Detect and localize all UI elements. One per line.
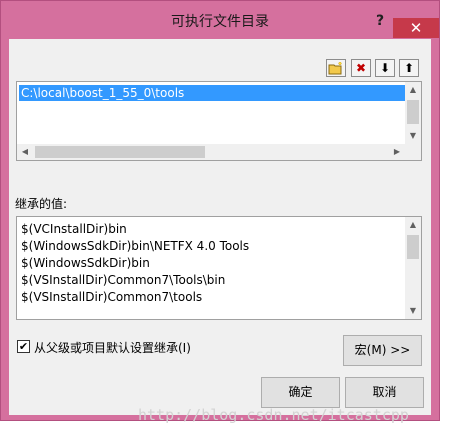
move-down-button[interactable]: ⬇ [375,59,395,77]
directory-vertical-scrollbar[interactable]: ▲ ▼ [405,82,421,144]
dialog-window: 可执行文件目录 ? ✕ ✖ ⬇ ⬆ C:\local\boost_1_55_0\… [0,0,440,421]
close-button[interactable]: ✕ [393,18,439,38]
arrow-down-icon: ⬇ [379,61,391,75]
title-bar[interactable]: 可执行文件目录 ? ✕ [1,1,439,39]
close-icon: ✕ [409,19,423,37]
scroll-down-arrow-icon[interactable]: ▼ [405,128,421,144]
watermark: http://blog.csdn.net/itcastcpp [138,406,409,424]
list-item: $(VSInstallDir)Common7\Tools\bin [21,273,226,287]
ok-button[interactable]: 确定 [261,377,340,408]
dialog-client-area: ✖ ⬇ ⬆ C:\local\boost_1_55_0\tools ▲ ▼ ◀ … [9,39,431,415]
new-line-button[interactable] [326,59,346,77]
directory-horizontal-scrollbar[interactable]: ◀ ▶ [17,144,405,160]
delete-button[interactable]: ✖ [351,59,371,77]
delete-icon: ✖ [355,61,367,75]
vertical-scroll-thumb[interactable] [407,235,419,259]
scroll-up-arrow-icon[interactable]: ▲ [405,217,421,233]
help-button[interactable]: ? [368,14,392,35]
list-item: $(VCInstallDir)bin [21,222,127,236]
list-item: $(VSInstallDir)Common7\tools [21,290,203,304]
inherited-values-label: 继承的值: [15,197,68,211]
list-item: $(WindowsSdkDir)bin [21,256,150,270]
inherited-vertical-scrollbar[interactable]: ▲ ▼ [405,217,421,319]
inherit-checkbox[interactable]: ✔ [17,340,30,353]
directory-row-selected[interactable]: C:\local\boost_1_55_0\tools [19,85,405,101]
directory-list[interactable]: C:\local\boost_1_55_0\tools ▲ ▼ ◀ ▶ [16,81,422,161]
inherited-values-list[interactable]: $(VCInstallDir)bin $(WindowsSdkDir)bin\N… [16,216,422,320]
cancel-button[interactable]: 取消 [345,377,424,408]
inherit-checkbox-label[interactable]: 从父级或项目默认设置继承(I) [34,339,191,356]
scroll-up-arrow-icon[interactable]: ▲ [405,82,421,98]
checkmark-icon: ✔ [18,340,29,353]
macros-button[interactable]: 宏(M) >> [343,335,422,366]
arrow-up-icon: ⬆ [403,61,415,75]
move-up-button[interactable]: ⬆ [399,59,419,77]
list-item: $(WindowsSdkDir)bin\NETFX 4.0 Tools [21,239,250,253]
scroll-down-arrow-icon[interactable]: ▼ [405,303,421,319]
scroll-right-arrow-icon[interactable]: ▶ [389,144,405,160]
vertical-scroll-thumb[interactable] [407,100,419,124]
scroll-corner [405,144,421,160]
horizontal-scroll-thumb[interactable] [35,146,205,158]
new-folder-icon [328,62,342,75]
scroll-left-arrow-icon[interactable]: ◀ [17,144,33,160]
